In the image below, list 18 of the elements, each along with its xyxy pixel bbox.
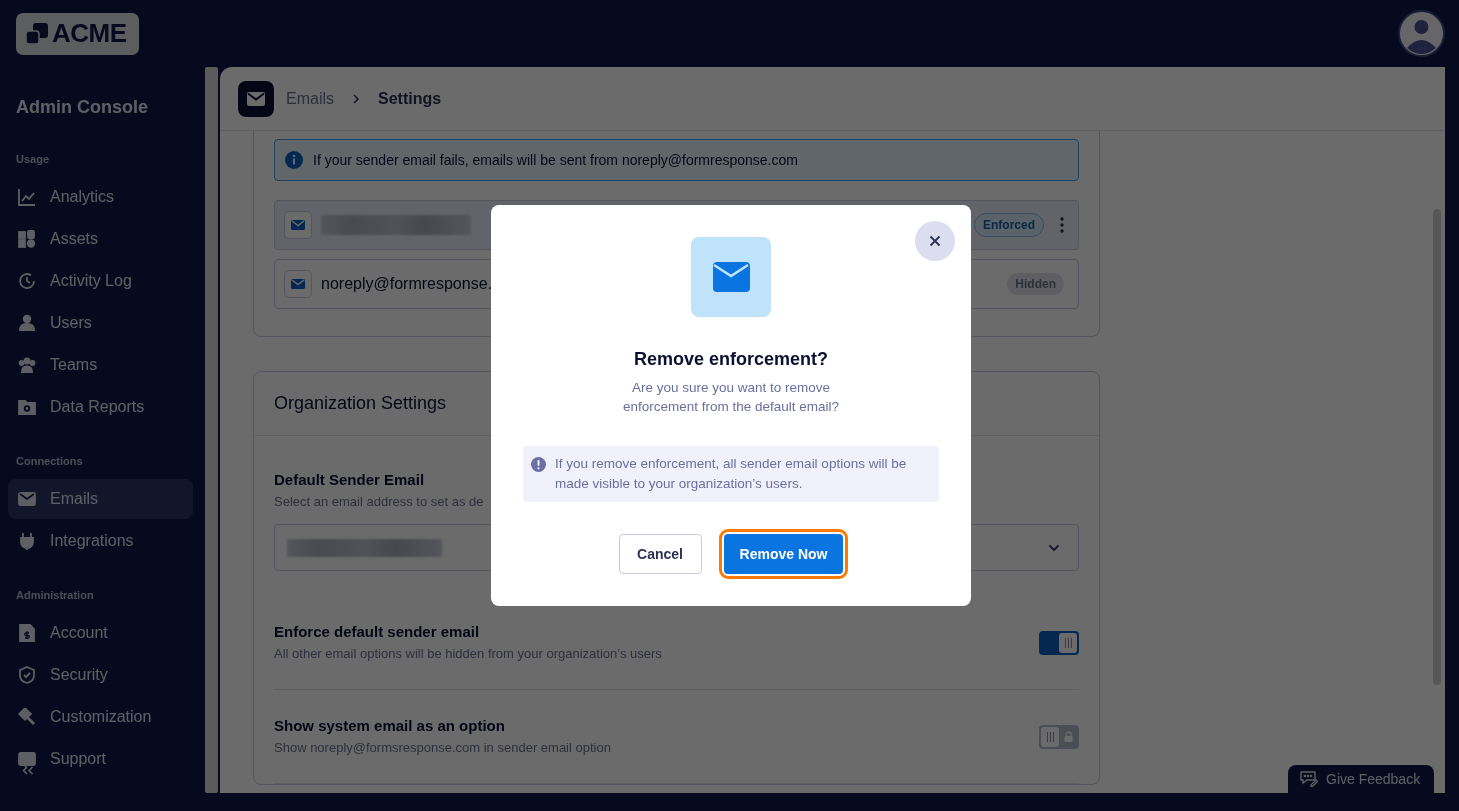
dialog-title: Remove enforcement?: [633, 348, 829, 371]
setting-title: Show system email as an option: [274, 716, 505, 736]
email-address: noreply@formresponse.: [321, 275, 492, 293]
dialog-message: Are you sure you want to remove enforcement from the default email?: [621, 379, 841, 416]
setting-title: Enforce default sender email: [274, 622, 480, 642]
setting-description: Select an email address to set as de: [274, 493, 485, 511]
logo-text: ACME: [52, 18, 127, 49]
section-heading: Administration: [16, 588, 95, 603]
section-heading: Usage: [16, 152, 51, 167]
warning-text: If you remove enforcement, all sender email options will be made visible to your organization’s users.: [555, 455, 908, 493]
section-heading: Connections: [16, 454, 84, 469]
info-text: If your sender email fails, emails will be sent from noreply@formresponse.com: [313, 152, 798, 168]
status-badge: Enforced: [974, 213, 1044, 237]
sidebar-title: Admin Console: [15, 96, 149, 119]
card-title: Organization Settings: [274, 393, 447, 414]
setting-description: All other email options will be hidden from your organization’s users: [274, 645, 662, 663]
setting-title: Default Sender Email: [274, 470, 425, 490]
breadcrumb-current: Settings: [378, 89, 442, 108]
